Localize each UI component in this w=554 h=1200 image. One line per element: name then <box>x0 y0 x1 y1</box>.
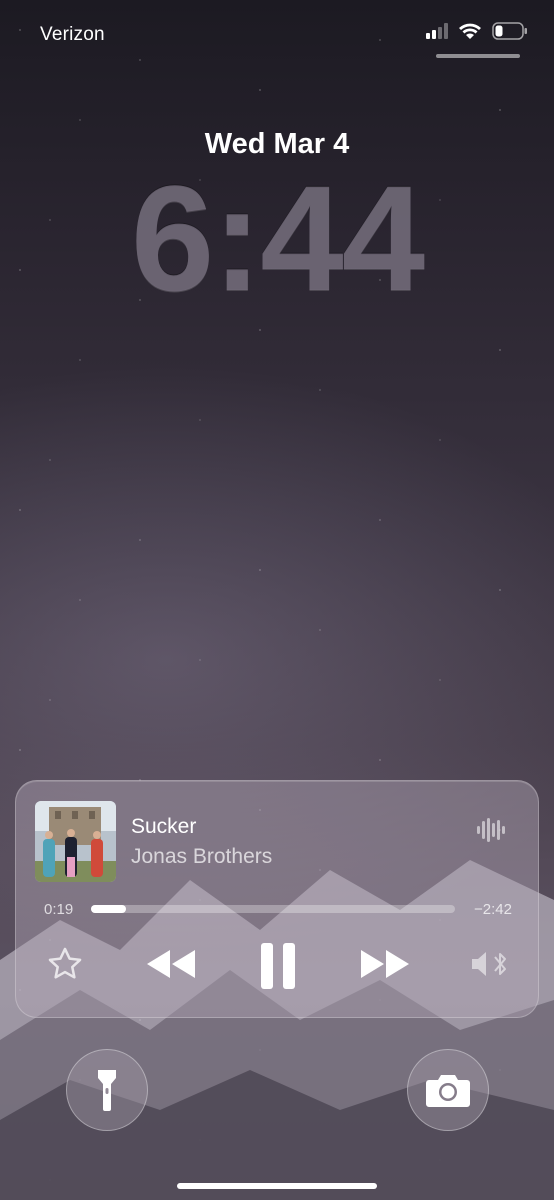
status-icons <box>426 22 528 40</box>
artist-name: Jonas Brothers <box>131 845 273 868</box>
song-title: Sucker <box>131 815 197 838</box>
playback-progress-fill <box>91 905 126 913</box>
camera-button[interactable] <box>407 1049 489 1131</box>
waveform-icon <box>477 818 505 842</box>
camera-icon <box>426 1075 470 1107</box>
star-icon <box>48 947 82 979</box>
rewind-button[interactable] <box>144 945 198 983</box>
fast-forward-icon <box>361 950 409 978</box>
battery-icon <box>492 22 527 40</box>
elapsed-time: 0:19 <box>44 901 74 918</box>
rewind-icon <box>147 950 195 978</box>
pause-icon <box>261 943 295 989</box>
lock-screen-time: 6:44 <box>130 154 425 322</box>
favorite-button[interactable] <box>46 945 84 983</box>
carrier-label: Verizon <box>40 24 105 45</box>
cellular-signal-icon <box>426 23 448 39</box>
wifi-icon <box>459 23 481 39</box>
fast-forward-button[interactable] <box>358 945 412 983</box>
playback-scrubber[interactable] <box>91 905 455 913</box>
control-center-grabber[interactable] <box>436 54 520 58</box>
audio-output-button[interactable] <box>468 945 510 983</box>
status-bar: Verizon <box>0 0 554 70</box>
home-indicator[interactable] <box>177 1183 377 1189</box>
remaining-time: −2:42 <box>474 901 512 918</box>
bluetooth-audio-icon <box>472 952 506 976</box>
flashlight-button[interactable] <box>66 1049 148 1131</box>
flashlight-icon <box>98 1070 116 1111</box>
album-artwork[interactable] <box>35 801 116 882</box>
pause-button[interactable] <box>258 941 298 991</box>
now-playing-widget[interactable]: Sucker Jonas Brothers 0:19 −2:42 <box>15 780 539 1018</box>
